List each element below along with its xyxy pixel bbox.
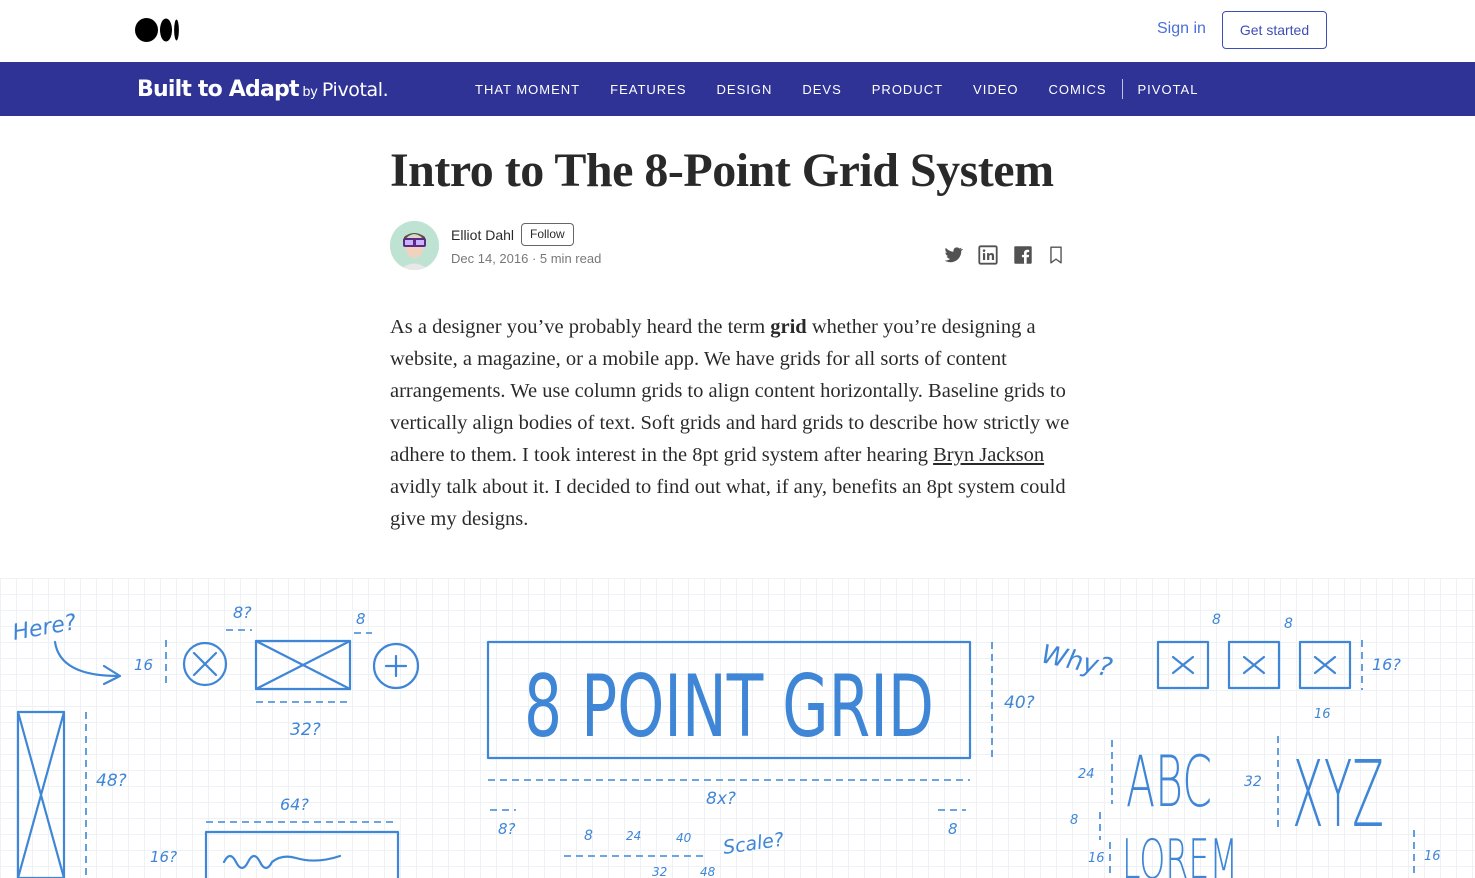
- sketch-arrow: [53, 640, 120, 678]
- top-bar: Sign in Get started: [0, 0, 1475, 62]
- sketch-note-16-lorem: 16: [1088, 851, 1105, 866]
- bookmark-icon[interactable]: [1045, 244, 1067, 266]
- publication-by: by: [302, 83, 318, 99]
- author-avatar[interactable]: [390, 221, 439, 270]
- sketch-note-8-bottom: 8: [948, 820, 958, 838]
- sketch-note-16-right: 16: [1314, 707, 1331, 722]
- paragraph-text-1: As a designer you’ve probably heard the …: [390, 316, 771, 338]
- sketch-note-scale-48: 48: [700, 865, 716, 878]
- publication-bar: Built to Adapt by Pivotal. THAT MOMENT FE…: [0, 62, 1475, 116]
- sketch-note-16q-right: 16?: [1372, 655, 1401, 674]
- author-name[interactable]: Elliot Dahl: [451, 227, 514, 243]
- sign-in-link[interactable]: Sign in: [1157, 20, 1206, 38]
- medium-logo-icon[interactable]: [135, 17, 181, 43]
- sketch-headline: 8 POINT GRID: [524, 657, 934, 757]
- publication-logo[interactable]: Built to Adapt by Pivotal.: [137, 77, 389, 102]
- sketch-note-scale: Scale?: [722, 829, 786, 859]
- sketch-note-64q: 64?: [280, 795, 309, 814]
- sketch-note-16-far-right: 16: [1424, 849, 1441, 864]
- sketch-note-24: 24: [1078, 767, 1095, 782]
- sketch-note-48q: 48?: [96, 771, 127, 791]
- nav-divider: [1121, 79, 1123, 99]
- sketch-note-32: 32: [1244, 774, 1262, 790]
- sketch-note-8q: 8?: [233, 603, 252, 622]
- paragraph-bold-grid: grid: [770, 316, 807, 338]
- paragraph-text-3: avidly talk about it. I decided to find …: [390, 476, 1066, 530]
- follow-button[interactable]: Follow: [521, 223, 574, 246]
- sketch-lorem: LOREM: [1122, 828, 1238, 878]
- sketch-note-why: Why?: [1039, 640, 1115, 684]
- sketch-xyz: XYZ: [1292, 741, 1384, 848]
- sketch-note-8-lorem: 8: [1070, 813, 1078, 828]
- nav-item-design[interactable]: DESIGN: [717, 82, 773, 97]
- nav-item-pivotal[interactable]: PIVOTAL: [1138, 82, 1199, 97]
- sketch-note-scale-24: 24: [626, 829, 641, 843]
- sketch-note-scale-40: 40: [676, 831, 692, 845]
- bryn-jackson-link[interactable]: Bryn Jackson: [933, 444, 1044, 466]
- publication-name: Built to Adapt: [137, 77, 299, 102]
- twitter-icon[interactable]: [942, 244, 964, 266]
- nav-item-that-moment[interactable]: THAT MOMENT: [475, 82, 580, 97]
- nav-item-video[interactable]: VIDEO: [973, 82, 1018, 97]
- nav-item-features[interactable]: FEATURES: [610, 82, 686, 97]
- sketch-note-8q-bottom: 8?: [498, 820, 516, 838]
- sketch-note-16q: 16?: [150, 848, 177, 866]
- sketch-abc: ABC: [1126, 741, 1212, 823]
- article-meta: Dec 14, 2016 · 5 min read: [451, 251, 602, 266]
- publication-brand: Pivotal.: [321, 79, 389, 101]
- nav-item-devs[interactable]: DEVS: [802, 82, 841, 97]
- linkedin-icon[interactable]: [977, 244, 999, 266]
- article-title: Intro to The 8-Point Grid System: [390, 144, 1054, 197]
- facebook-icon[interactable]: [1012, 244, 1034, 266]
- nav-item-comics[interactable]: COMICS: [1049, 82, 1107, 97]
- sketch-note-8-right-b: 8: [1284, 616, 1293, 632]
- hero-sketch-image: Here? 16 8? 32? 8 48? 64? 16? 8 POINT GR: [0, 578, 1475, 878]
- nav-item-product[interactable]: PRODUCT: [872, 82, 943, 97]
- sketch-note-8: 8: [356, 610, 366, 628]
- sketch-note-here: Here?: [11, 610, 79, 646]
- publication-nav: THAT MOMENT FEATURES DESIGN DEVS PRODUCT…: [475, 62, 1228, 116]
- sketch-note-16: 16: [134, 656, 153, 674]
- sketch-note-8-right-a: 8: [1212, 612, 1221, 628]
- sketch-note-40q: 40?: [1004, 693, 1035, 713]
- sketch-note-scale-32: 32: [652, 865, 667, 878]
- sketch-note-32q: 32?: [290, 720, 321, 740]
- sketch-note-scale-8: 8: [584, 828, 593, 844]
- sketch-note-8xq: 8x?: [706, 789, 736, 809]
- article-paragraph: As a designer you’ve probably heard the …: [390, 311, 1080, 535]
- get-started-button[interactable]: Get started: [1222, 11, 1327, 49]
